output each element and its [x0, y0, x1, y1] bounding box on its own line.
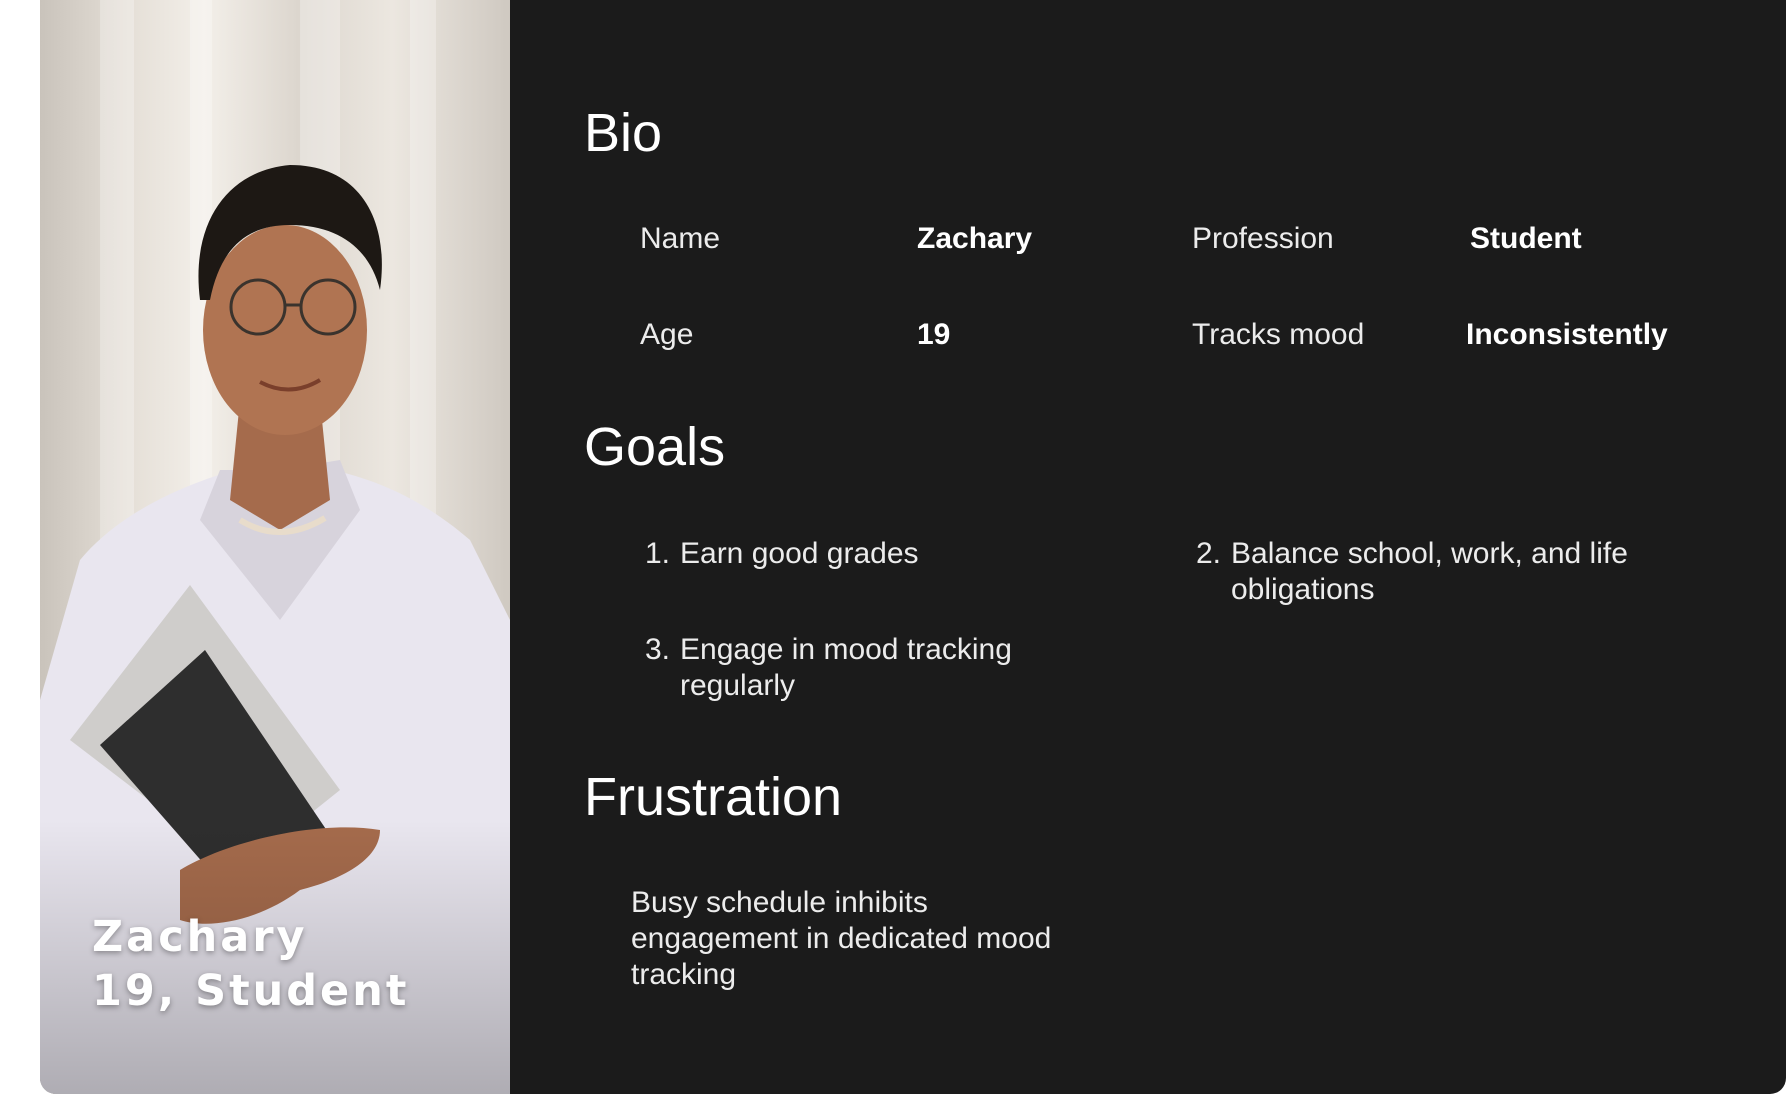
profession-label: Profession — [1192, 222, 1334, 255]
goal-number: 1. — [644, 537, 670, 570]
bio-heading: Bio — [584, 103, 663, 163]
goal-item-1: 1. Earn good grades — [634, 536, 1094, 572]
tracks-mood-value: Inconsistently — [1466, 318, 1668, 351]
goals-heading: Goals — [584, 417, 726, 477]
goal-number: 3. — [644, 633, 670, 666]
tracks-mood-label: Tracks mood — [1192, 318, 1365, 351]
frustration-text: Busy schedule inhibits engagement in ded… — [631, 886, 1052, 991]
persona-card: Zachary 19, Student Bio Name Zachary Pro… — [40, 0, 1786, 1094]
photo-caption-name: Zachary — [92, 912, 308, 962]
photo-caption: Zachary 19, Student — [92, 910, 409, 1018]
goal-text: Engage in mood tracking regularly — [680, 633, 1012, 702]
profession-value: Student — [1470, 222, 1582, 255]
age-value: 19 — [917, 318, 951, 351]
age-label: Age — [640, 318, 694, 351]
name-value: Zachary — [917, 222, 1033, 255]
goal-text: Balance school, work, and life obligatio… — [1231, 537, 1628, 606]
persona-photo: Zachary 19, Student — [40, 0, 510, 1094]
frustration-heading: Frustration — [584, 767, 843, 827]
goal-item-2: 2. Balance school, work, and life obliga… — [1185, 536, 1655, 608]
goal-number: 2. — [1195, 537, 1221, 570]
goal-text: Earn good grades — [680, 537, 919, 570]
photo-caption-detail: 19, Student — [92, 966, 410, 1016]
persona-details: Bio Name Zachary Profession Student Age … — [510, 0, 1786, 1094]
name-label: Name — [640, 222, 721, 255]
goal-item-3: 3. Engage in mood tracking regularly — [634, 632, 1014, 704]
